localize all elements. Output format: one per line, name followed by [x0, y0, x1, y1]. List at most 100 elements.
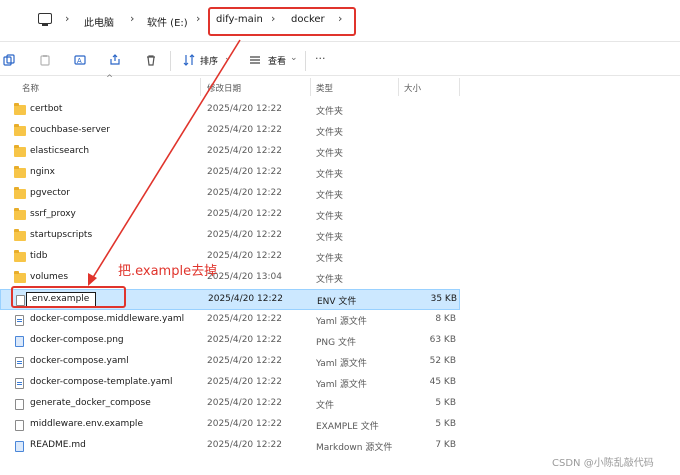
file-size: 5 KB	[435, 419, 456, 429]
folder-icon	[14, 124, 26, 136]
copy-icon[interactable]	[3, 54, 15, 66]
view-button[interactable]: 查看	[268, 54, 286, 67]
folder-icon	[14, 208, 26, 220]
file-name: README.md	[30, 440, 86, 450]
file-size: 63 KB	[429, 335, 456, 345]
file-size: 35 KB	[430, 294, 457, 304]
sort-ascending-icon: ^	[106, 74, 114, 84]
file-row[interactable]: nginx 2025/4/20 12:22 文件夹	[0, 163, 460, 184]
file-date: 2025/4/20 12:22	[207, 230, 282, 240]
file-type: Yaml 源文件	[316, 359, 367, 369]
breadcrumb-drive[interactable]: 软件 (E:)	[147, 14, 188, 29]
column-divider[interactable]	[398, 78, 399, 96]
folder-icon	[14, 271, 26, 283]
file-date: 2025/4/20 12:22	[207, 146, 282, 156]
file-name: docker-compose.png	[30, 335, 124, 345]
toolbar-divider	[305, 51, 306, 71]
file-type: 文件夹	[316, 107, 344, 117]
file-type: 文件夹	[316, 212, 344, 222]
file-type: 文件	[316, 401, 335, 411]
column-divider[interactable]	[200, 78, 201, 96]
column-divider[interactable]	[459, 78, 460, 96]
header-name[interactable]: 名称	[22, 82, 39, 94]
breadcrumb-highlight-box	[208, 7, 356, 36]
header-type[interactable]: 类型	[316, 82, 333, 94]
file-name: nginx	[30, 167, 55, 177]
yaml-file-icon	[15, 378, 24, 389]
chevron-right-icon: ›	[130, 12, 135, 25]
file-date: 2025/4/20 12:22	[207, 440, 282, 450]
more-options-icon[interactable]: ···	[315, 52, 326, 65]
file-row[interactable]: generate_docker_compose 2025/4/20 12:22 文件…	[0, 394, 460, 415]
file-row[interactable]: tidb 2025/4/20 12:22 文件夹	[0, 247, 460, 268]
file-row[interactable]: elasticsearch 2025/4/20 12:22 文件夹	[0, 142, 460, 163]
file-row[interactable]: middleware.env.example 2025/4/20 12:22 EXA…	[0, 415, 460, 436]
file-name: startupscripts	[30, 230, 93, 240]
file-date: 2025/4/20 12:22	[207, 356, 282, 366]
file-type: ENV 文件	[317, 297, 357, 307]
file-type: 文件夹	[316, 254, 344, 264]
file-date: 2025/4/20 12:22	[207, 104, 282, 114]
file-size: 45 KB	[429, 377, 456, 387]
file-name: tidb	[30, 251, 48, 261]
file-row[interactable]: docker-compose.yaml 2025/4/20 12:22 Yaml 源…	[0, 352, 460, 373]
file-name: docker-compose.middleware.yaml	[30, 314, 185, 324]
folder-icon	[14, 250, 26, 262]
file-row[interactable]: docker-compose-template.yaml 2025/4/20 12…	[0, 373, 460, 394]
file-date: 2025/4/20 12:22	[207, 419, 282, 429]
file-icon	[15, 420, 24, 431]
file-size: 7 KB	[435, 440, 456, 450]
file-row[interactable]: ssrf_proxy 2025/4/20 12:22 文件夹	[0, 205, 460, 226]
view-icon[interactable]	[249, 54, 261, 66]
folder-icon	[14, 187, 26, 199]
file-icon	[15, 399, 24, 410]
rename-icon[interactable]: A	[74, 54, 86, 66]
file-date: 2025/4/20 12:22	[207, 188, 282, 198]
sort-button[interactable]: 排序	[200, 54, 218, 67]
file-row[interactable]: docker-compose.png 2025/4/20 12:22 PNG 文件 6…	[0, 331, 460, 352]
file-type: 文件夹	[316, 149, 344, 159]
command-toolbar: A 排序 ⌄ 查看 ⌄ ···	[0, 42, 680, 76]
file-row[interactable]: docker-compose.middleware.yaml 2025/4/20 …	[0, 310, 460, 331]
column-divider[interactable]	[310, 78, 311, 96]
file-row[interactable]: startupscripts 2025/4/20 12:22 文件夹	[0, 226, 460, 247]
sort-icon[interactable]	[183, 54, 195, 66]
file-name: docker-compose.yaml	[30, 356, 129, 366]
chevron-right-icon: ›	[65, 12, 70, 25]
breadcrumb-this-pc[interactable]: 此电脑	[84, 14, 114, 29]
image-file-icon	[15, 336, 24, 347]
file-type: 文件夹	[316, 170, 344, 180]
annotation-text: 把.example去掉	[118, 264, 218, 279]
share-icon[interactable]	[109, 54, 121, 66]
file-type: Yaml 源文件	[316, 380, 367, 390]
folder-icon	[14, 145, 26, 157]
file-row[interactable]: pgvector 2025/4/20 12:22 文件夹	[0, 184, 460, 205]
file-date: 2025/4/20 12:22	[207, 377, 282, 387]
toolbar-divider	[170, 51, 171, 71]
file-type: Markdown 源文件	[316, 443, 393, 453]
column-header: 名称 ^ 修改日期 类型 大小	[0, 74, 460, 96]
chevron-down-icon[interactable]: ⌄	[290, 53, 298, 63]
chevron-down-icon[interactable]: ⌄	[224, 53, 232, 63]
header-size[interactable]: 大小	[404, 82, 421, 94]
rename-highlight-box	[11, 286, 126, 308]
file-name: generate_docker_compose	[30, 398, 151, 408]
file-date: 2025/4/20 12:22	[207, 125, 282, 135]
file-size: 8 KB	[435, 314, 456, 324]
file-date: 2025/4/20 12:22	[208, 294, 283, 304]
file-row[interactable]: couchbase-server 2025/4/20 12:22 文件夹	[0, 121, 460, 142]
file-row[interactable]: certbot 2025/4/20 12:22 文件夹	[0, 100, 460, 121]
file-date: 2025/4/20 13:04	[207, 272, 282, 282]
folder-icon	[14, 229, 26, 241]
file-row[interactable]: README.md 2025/4/20 12:22 Markdown 源文件 7 KB	[0, 436, 460, 457]
folder-icon	[14, 166, 26, 178]
header-date[interactable]: 修改日期	[207, 82, 241, 94]
file-date: 2025/4/20 12:22	[207, 398, 282, 408]
paste-icon[interactable]	[39, 54, 51, 66]
file-type: 文件夹	[316, 233, 344, 243]
file-type: EXAMPLE 文件	[316, 422, 379, 432]
delete-icon[interactable]	[145, 54, 157, 66]
file-name: couchbase-server	[30, 125, 111, 135]
monitor-icon[interactable]	[38, 13, 52, 26]
yaml-file-icon	[15, 315, 24, 326]
